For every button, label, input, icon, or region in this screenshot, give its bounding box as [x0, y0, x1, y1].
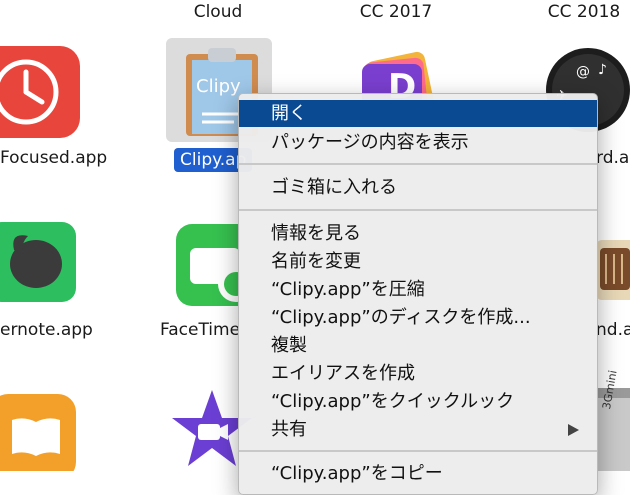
3gmini-app-icon[interactable]: 3Gmini	[596, 369, 630, 474]
menu-item-copy[interactable]: “Clipy.app”をコピー	[239, 460, 597, 487]
menu-item-show-package-contents[interactable]: パッケージの内容を表示	[239, 129, 597, 156]
menu-item-open[interactable]: 開く	[239, 100, 597, 127]
column-header-cc2018: CC 2018	[547, 2, 621, 22]
menu-item-get-info[interactable]: 情報を見る	[239, 220, 597, 247]
ibooks-app-icon[interactable]	[0, 392, 80, 480]
menu-item-label: 複製	[271, 335, 307, 356]
menu-item-label: “Clipy.app”のディスクを作成...	[271, 307, 531, 328]
clipy-logo-text: Clipy	[196, 76, 241, 97]
menu-item-quick-look[interactable]: “Clipy.app”をクイックルック	[239, 388, 597, 415]
menu-item-label: ゴミ箱に入れる	[271, 177, 397, 198]
menu-item-move-to-trash[interactable]: ゴミ箱に入れる	[239, 174, 597, 201]
menu-item-label: 名前を変更	[271, 251, 361, 272]
context-menu: 開く パッケージの内容を表示 ゴミ箱に入れる 情報を見る 名前を変更 “Clip…	[238, 93, 598, 495]
menu-item-label: “Clipy.app”を圧縮	[271, 279, 425, 300]
menu-item-label: 情報を見る	[271, 223, 361, 244]
menu-item-compress[interactable]: “Clipy.app”を圧縮	[239, 276, 597, 303]
menu-item-label: “Clipy.app”をコピー	[271, 463, 443, 484]
evernote-app-label: ernote.app	[0, 320, 93, 340]
menu-item-rename[interactable]: 名前を変更	[239, 248, 597, 275]
menu-separator	[239, 209, 597, 211]
focused-app-label: Focused.app	[0, 148, 108, 168]
evernote-app-icon[interactable]	[0, 220, 78, 304]
radio-app-label: nd.ap	[596, 320, 630, 340]
column-header-cloud: Cloud	[193, 2, 243, 22]
menu-item-burn-disc[interactable]: “Clipy.app”のディスクを作成...	[239, 304, 597, 331]
menu-item-label: 共有	[271, 419, 307, 440]
svg-text:@: @	[576, 64, 590, 80]
menu-item-duplicate[interactable]: 複製	[239, 332, 597, 359]
menu-item-label: “Clipy.app”をクイックルック	[271, 391, 515, 412]
radio-app-icon[interactable]	[596, 240, 630, 300]
menu-item-label: 開く	[271, 103, 307, 124]
submenu-arrow-icon	[568, 424, 579, 436]
facetime-app-icon[interactable]	[176, 222, 266, 306]
menu-item-make-alias[interactable]: エイリアスを作成	[239, 360, 597, 387]
menu-separator	[239, 450, 597, 452]
dashboard-app-label: rd.ap	[596, 148, 630, 168]
menu-item-label: エイリアスを作成	[271, 363, 415, 384]
menu-separator	[239, 163, 597, 165]
svg-text:♪: ♪	[598, 62, 607, 78]
menu-item-share[interactable]: 共有	[239, 416, 597, 443]
column-header-cc2017: CC 2017	[359, 2, 433, 22]
focused-app-icon[interactable]	[0, 42, 82, 142]
facetime-app-label: FaceTime	[160, 320, 241, 340]
menu-item-label: パッケージの内容を表示	[271, 132, 469, 153]
